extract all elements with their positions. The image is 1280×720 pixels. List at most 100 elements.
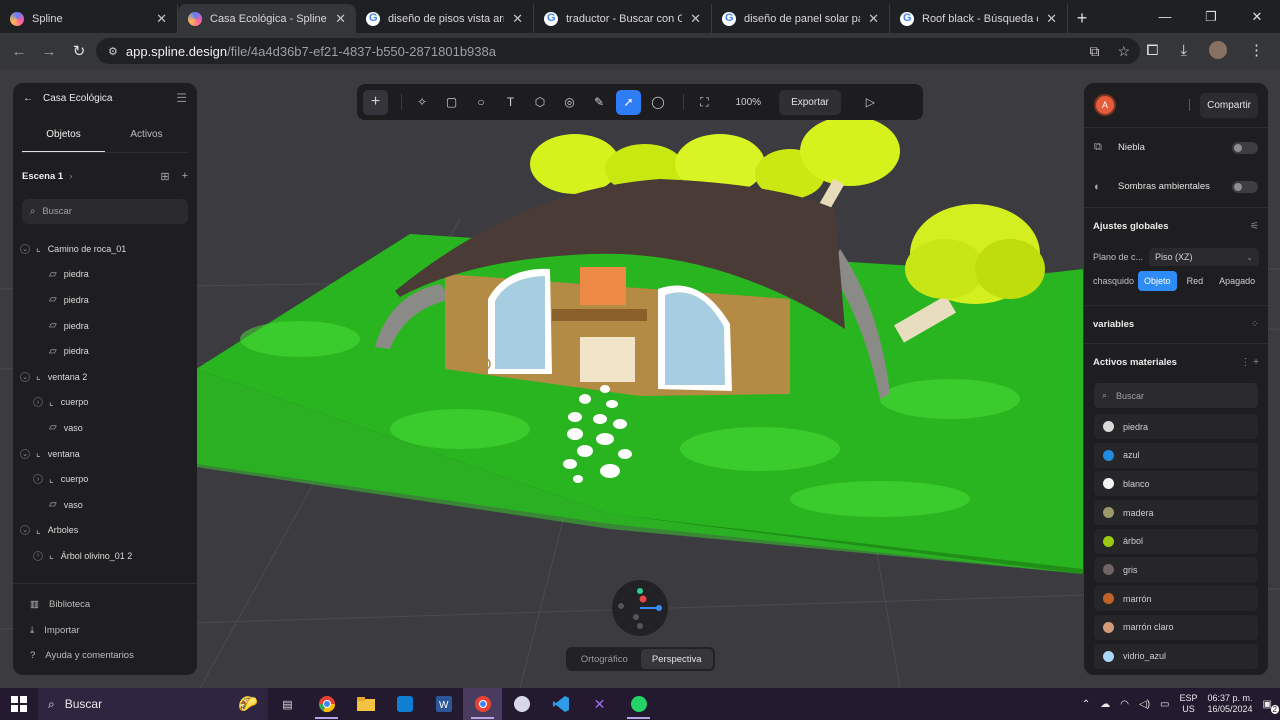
material-item[interactable]: blanco: [1094, 471, 1258, 497]
clock[interactable]: 06:37 p. m. 16/05/2024: [1208, 693, 1253, 715]
bookmark-star-icon[interactable]: ☆: [1117, 43, 1130, 60]
rectangle-tool-icon[interactable]: ▢: [439, 90, 464, 115]
tree-item[interactable]: ▱ piedra: [13, 313, 197, 339]
ellipse-tool-icon[interactable]: ○: [469, 90, 494, 115]
close-tab-icon[interactable]: ✕: [868, 11, 879, 27]
collapse-chevron-icon[interactable]: ⌄: [20, 371, 30, 382]
zoom-level[interactable]: 100%: [736, 97, 762, 108]
close-tab-icon[interactable]: ✕: [690, 11, 701, 27]
add-object-button[interactable]: +: [363, 89, 388, 115]
store-app-icon[interactable]: [385, 688, 424, 720]
tree-item[interactable]: › ⌞ Árbol olivino_01 2: [13, 543, 197, 566]
minimize-icon[interactable]: —: [1142, 0, 1188, 33]
materials-search-input[interactable]: ⌕ Buscar: [1094, 383, 1258, 408]
collapse-chevron-icon[interactable]: ⌄: [20, 448, 30, 459]
close-tab-icon[interactable]: ✕: [1046, 11, 1057, 27]
chevron-up-icon[interactable]: ⌃: [1082, 699, 1090, 710]
material-item[interactable]: vidrio_azul: [1094, 643, 1258, 669]
materials-menu-icon[interactable]: ⋮ +: [1240, 357, 1259, 368]
scene-selector[interactable]: Escena 1 › ⊞ +: [13, 159, 197, 193]
file-explorer-icon[interactable]: [346, 688, 385, 720]
browser-tab[interactable]: Spline ✕: [0, 4, 178, 33]
sphere-tool-icon[interactable]: ◎: [557, 90, 582, 115]
browser-menu-icon[interactable]: ⋮: [1249, 41, 1264, 59]
collapse-chevron-icon[interactable]: ⌄: [20, 243, 30, 254]
chat-bubble-app-icon[interactable]: [502, 688, 541, 720]
grid-view-icon[interactable]: ⊞: [160, 170, 169, 183]
download-icon[interactable]: ⤓: [1180, 42, 1187, 59]
maximize-icon[interactable]: ❐: [1188, 0, 1234, 33]
language-indicator[interactable]: ESP US: [1179, 693, 1197, 715]
user-avatar[interactable]: A: [1094, 94, 1116, 116]
tree-item[interactable]: ▱ vaso: [13, 415, 197, 441]
browser-tab[interactable]: diseño de pisos vista arriba - ✕: [356, 4, 534, 33]
settings-sliders-icon[interactable]: ⚟: [1250, 221, 1259, 232]
material-item[interactable]: marrón claro: [1094, 614, 1258, 640]
add-scene-icon[interactable]: +: [182, 170, 188, 183]
view-orthographic[interactable]: Ortográfico: [568, 649, 641, 669]
expand-chevron-icon[interactable]: ›: [33, 474, 43, 485]
frame-tool-icon[interactable]: ⛶: [692, 90, 717, 115]
collapse-chevron-icon[interactable]: ⌄: [20, 525, 30, 536]
footer-item[interactable]: ? Ayuda y comentarios: [13, 643, 197, 669]
cloud-icon[interactable]: ☁: [1100, 699, 1110, 710]
material-item[interactable]: marrón: [1094, 586, 1258, 612]
snap-option-apagado[interactable]: Apagado: [1213, 271, 1261, 291]
site-info-icon[interactable]: ⚙: [108, 45, 118, 58]
purple-app-icon[interactable]: ✕: [580, 688, 619, 720]
tree-item[interactable]: ▱ vaso: [13, 492, 197, 518]
chrome-app-icon[interactable]: [307, 688, 346, 720]
task-view-icon[interactable]: ▤: [268, 688, 307, 720]
tree-item[interactable]: ▱ piedra: [13, 262, 197, 288]
ai-sparkle-icon[interactable]: ✧: [410, 90, 435, 115]
profile-avatar[interactable]: [1209, 41, 1227, 59]
share-button[interactable]: Compartir: [1200, 92, 1258, 118]
volume-icon[interactable]: ◁): [1139, 699, 1150, 710]
variables-icon[interactable]: ⁘: [1251, 319, 1259, 330]
tree-item[interactable]: ⌄ ⌞ ventana: [13, 441, 197, 467]
word-app-icon[interactable]: W: [424, 688, 463, 720]
tree-item[interactable]: ▱ piedra: [13, 287, 197, 313]
battery-icon[interactable]: ▭: [1160, 699, 1169, 710]
orientation-gizmo[interactable]: [612, 580, 668, 636]
ambient-shadows-toggle[interactable]: [1232, 180, 1258, 193]
view-perspective[interactable]: Perspectiva: [640, 649, 713, 669]
objects-search-input[interactable]: ⌕ Buscar: [22, 199, 188, 224]
url-field[interactable]: ⚙ app.spline.design/file/4a4d36b7-ef21-4…: [96, 38, 1140, 64]
browser-tab[interactable]: diseño de panel solar parea ✕: [712, 4, 890, 33]
tree-item[interactable]: › ⌞ cuerpo: [13, 466, 197, 492]
browser-tab[interactable]: Roof black - Búsqueda de G ✕: [890, 4, 1068, 33]
tree-item[interactable]: ⌄ ⌞ Camino de roca_01: [13, 236, 197, 262]
extensions-icon[interactable]: ⧠: [1146, 42, 1158, 59]
export-button[interactable]: Exportar: [779, 89, 841, 115]
material-item[interactable]: azul: [1094, 442, 1258, 468]
cube-tool-icon[interactable]: ⬡: [528, 90, 553, 115]
close-window-icon[interactable]: ✕: [1234, 0, 1280, 33]
comment-tool-icon[interactable]: ◯: [646, 90, 671, 115]
footer-item[interactable]: ⤓ Importar: [13, 618, 197, 644]
text-tool-icon[interactable]: T: [498, 90, 523, 115]
forward-icon[interactable]: →: [34, 43, 64, 60]
tab-activos[interactable]: Activos: [105, 117, 188, 152]
back-icon[interactable]: ←: [4, 43, 34, 60]
snap-option-objeto[interactable]: Objeto: [1138, 271, 1177, 291]
upper-door[interactable]: [580, 267, 626, 305]
select-tool-icon[interactable]: ➚: [616, 89, 641, 115]
material-item[interactable]: piedra: [1094, 414, 1258, 439]
windows-start-icon[interactable]: [0, 696, 38, 712]
variables-section[interactable]: variables ⁘: [1084, 305, 1268, 343]
material-item[interactable]: gris: [1094, 557, 1258, 583]
tree-item[interactable]: › ⌞ cuerpo: [13, 390, 197, 416]
pen-tool-icon[interactable]: ✎: [587, 90, 612, 115]
wifi-icon[interactable]: ◠: [1120, 699, 1129, 710]
material-item[interactable]: árbol: [1094, 528, 1258, 554]
close-tab-icon[interactable]: ✕: [156, 11, 167, 27]
main-door[interactable]: [580, 337, 635, 382]
close-tab-icon[interactable]: ✕: [512, 11, 523, 27]
expand-chevron-icon[interactable]: ›: [33, 397, 43, 408]
tree-item[interactable]: ⌄ ⌞ ventana 2: [13, 364, 197, 390]
translate-icon[interactable]: ⧉: [1089, 43, 1099, 60]
new-tab-icon[interactable]: +: [1068, 4, 1096, 33]
reload-icon[interactable]: ↻: [64, 42, 94, 60]
browser-tab[interactable]: traductor - Buscar con Goog ✕: [534, 4, 712, 33]
